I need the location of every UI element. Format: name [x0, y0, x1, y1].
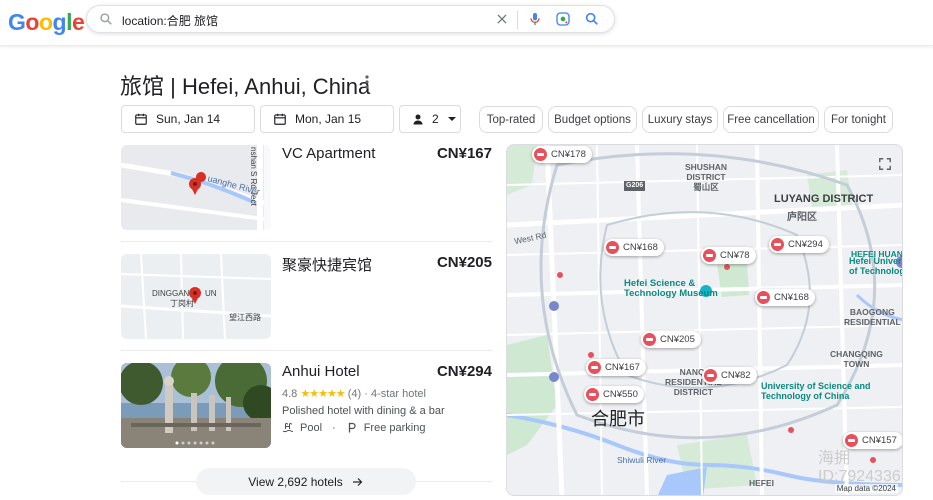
rating-value: 4.8 — [282, 388, 298, 400]
map-label-baogong: BAOGONG RESIDENTIAL — [844, 307, 901, 327]
guests-count: 2 — [432, 112, 439, 126]
amenity-parking: Free parking — [363, 422, 426, 434]
hotel-icon — [757, 291, 770, 304]
calendar-icon — [274, 113, 286, 125]
map-label-hefei-univ: Hefei University of Technology — [849, 256, 902, 276]
map-label-luyang-cn: 庐阳区 — [787, 212, 817, 223]
checkin-date-picker[interactable]: Sun, Jan 14 — [121, 105, 255, 133]
map-price-marker[interactable]: CN¥168 — [604, 239, 664, 256]
google-lens-icon[interactable] — [555, 11, 571, 32]
fullscreen-icon[interactable] — [878, 157, 892, 176]
hotel-card[interactable]: nshan S Rd Ject uanghe River VC Apartmen… — [121, 145, 492, 230]
chip-free-cancellation[interactable]: Free cancellation — [723, 106, 819, 133]
map-label-hefei-bottom: HEFEI — [749, 478, 775, 488]
map-price-marker[interactable]: CN¥178 — [532, 146, 592, 163]
map-price-marker[interactable]: CN¥78 — [701, 247, 756, 264]
map-label-g206: G206 — [624, 181, 646, 191]
map-price-marker[interactable]: CN¥157 — [843, 432, 902, 449]
road-label: 望江西路 — [229, 313, 261, 322]
chip-top-rated[interactable]: Top-rated — [479, 106, 543, 133]
checkout-label: Mon, Jan 15 — [295, 112, 362, 126]
hotel-card[interactable]: Anhui Hotel CN¥294 4.8 ★★★★★ (4) · 4-sta… — [121, 363, 492, 448]
map-price-marker[interactable]: CN¥167 — [586, 359, 646, 376]
parking-icon — [348, 422, 356, 433]
map-label-luyang: LUYANG DISTRICT — [774, 193, 874, 205]
arrow-right-icon — [352, 477, 363, 486]
hotel-price: CN¥205 — [436, 254, 492, 271]
chevron-down-icon — [447, 117, 456, 121]
hotels-map[interactable]: SHUSHAN DISTRICT 蜀山区 LUYANG DISTRICT 庐阳区… — [506, 144, 903, 496]
area-label-cn: 丁岗村 — [170, 299, 194, 308]
calendar-icon — [135, 113, 147, 125]
map-label-univ-sci: University of Science and Technology of … — [761, 381, 871, 401]
hotel-icon — [534, 148, 547, 161]
person-icon — [413, 114, 423, 124]
pool-icon — [282, 423, 294, 433]
divider — [121, 241, 492, 242]
hotel-map-thumbnail[interactable]: DINGGAN UN 丁岗村 望江西路 — [121, 254, 271, 339]
hotel-icon — [703, 249, 716, 262]
checkout-date-picker[interactable]: Mon, Jan 15 — [260, 105, 394, 133]
street-label: nshan S Rd Ject — [249, 147, 258, 206]
view-all-label: View 2,692 hotels — [248, 474, 343, 489]
hotel-rating: 4.8 ★★★★★ (4) · 4-star hotel — [282, 387, 426, 400]
map-price-marker[interactable]: CN¥168 — [755, 289, 815, 306]
guests-dropdown[interactable]: 2 — [399, 105, 461, 133]
amenities: Pool · Free parking — [282, 422, 425, 434]
hotel-icon — [643, 333, 656, 346]
microphone-icon[interactable] — [527, 11, 543, 32]
amenity-pool: Pool — [300, 422, 323, 434]
chip-budget-options[interactable]: Budget options — [548, 106, 637, 133]
chip-luxury-stays[interactable]: Luxury stays — [642, 106, 718, 133]
area-label: UN — [205, 289, 217, 298]
hotel-map-thumbnail[interactable]: nshan S Rd Ject uanghe River — [121, 145, 271, 230]
map-price-marker[interactable]: CN¥82 — [702, 367, 757, 384]
map-label-shushan: SHUSHAN DISTRICT 蜀山区 — [685, 162, 728, 192]
hotel-icon — [845, 434, 858, 447]
hotel-photo[interactable] — [121, 363, 271, 448]
hotel-icon — [704, 369, 717, 382]
google-logo[interactable]: Google — [8, 9, 85, 36]
map-price-marker[interactable]: CN¥205 — [641, 331, 701, 348]
area-label: DINGGAN — [152, 289, 190, 298]
map-label-changqing: CHANGQING TOWN — [830, 349, 883, 369]
hotel-name[interactable]: 聚豪快捷宾馆 — [282, 254, 372, 275]
hotel-class: · 4-star hotel — [364, 388, 426, 400]
search-input[interactable]: location:合肥 旅馆 — [122, 12, 218, 29]
checkin-label: Sun, Jan 14 — [156, 112, 221, 126]
hotel-name[interactable]: VC Apartment — [282, 145, 375, 162]
search-divider — [517, 11, 518, 29]
map-price-marker[interactable]: CN¥550 — [584, 386, 644, 403]
watermark: 海拥 ID:7924336 — [818, 450, 901, 485]
more-options-icon[interactable] — [362, 74, 372, 95]
hotel-price: CN¥167 — [436, 145, 492, 162]
divider — [121, 350, 492, 351]
hotel-icon — [588, 361, 601, 374]
page-title: 旅馆 | Hefei, Anhui, China — [120, 74, 371, 99]
hotel-card[interactable]: DINGGAN UN 丁岗村 望江西路 聚豪快捷宾馆 CN¥205 — [121, 254, 492, 339]
hotel-price: CN¥294 — [436, 363, 492, 380]
map-label-hefei-cn: 合肥市 — [591, 409, 645, 429]
close-icon[interactable] — [495, 12, 509, 31]
search-box[interactable]: location:合肥 旅馆 — [86, 5, 615, 33]
chip-for-tonight[interactable]: For tonight — [824, 106, 893, 133]
hotel-icon — [606, 241, 619, 254]
map-label-shiwuli: Shiwuli River — [617, 455, 667, 465]
map-price-marker[interactable]: CN¥294 — [769, 236, 829, 253]
map-label-museum: Hefei Science & Technology Museum — [624, 278, 718, 299]
hotel-icon — [586, 388, 599, 401]
hotel-name[interactable]: Anhui Hotel — [282, 363, 360, 380]
view-all-hotels-button[interactable]: View 2,692 hotels — [196, 468, 416, 495]
star-icons: ★★★★★ — [300, 388, 345, 400]
search-button-icon[interactable] — [584, 11, 600, 32]
search-icon — [99, 12, 113, 31]
amenity-separator: · — [332, 422, 336, 434]
header: Google location:合肥 旅馆 — [0, 0, 933, 46]
hotel-description: Polished hotel with dining & a bar — [282, 405, 445, 417]
review-count: (4) — [347, 388, 362, 400]
hotel-icon — [771, 238, 784, 251]
